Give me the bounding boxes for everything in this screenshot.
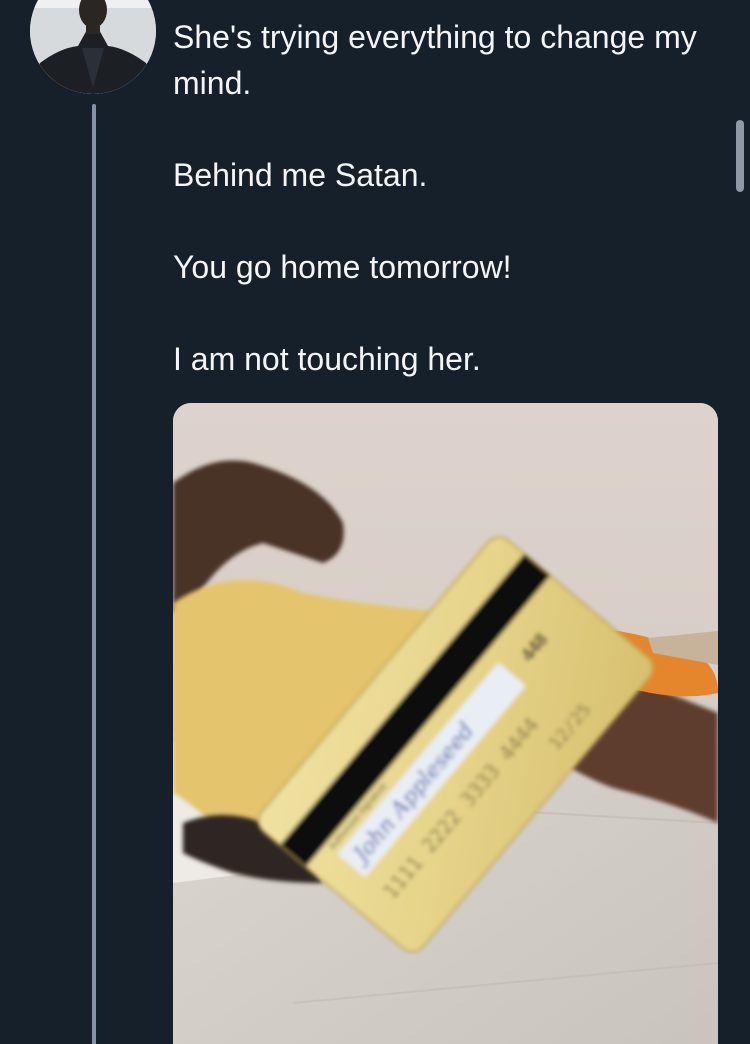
avatar-photo bbox=[30, 0, 156, 94]
tweet-thread: She's trying everything to change my min… bbox=[0, 0, 750, 1044]
user-avatar[interactable] bbox=[30, 0, 156, 94]
media-photo: John Appleseed Authorized Signature 448 … bbox=[173, 403, 718, 1044]
tweet-line-2: Behind me Satan. bbox=[173, 157, 428, 193]
tweet-line-3: You go home tomorrow! bbox=[173, 249, 512, 285]
scrollbar-thumb[interactable] bbox=[736, 120, 744, 192]
tweet-media-image[interactable]: John Appleseed Authorized Signature 448 … bbox=[173, 403, 718, 1044]
tweet-line-1: She's trying everything to change my min… bbox=[173, 19, 697, 101]
tweet-line-4: I am not touching her. bbox=[173, 341, 481, 377]
tweet-body: She's trying everything to change my min… bbox=[173, 14, 718, 382]
thread-connector-line bbox=[92, 104, 96, 1044]
